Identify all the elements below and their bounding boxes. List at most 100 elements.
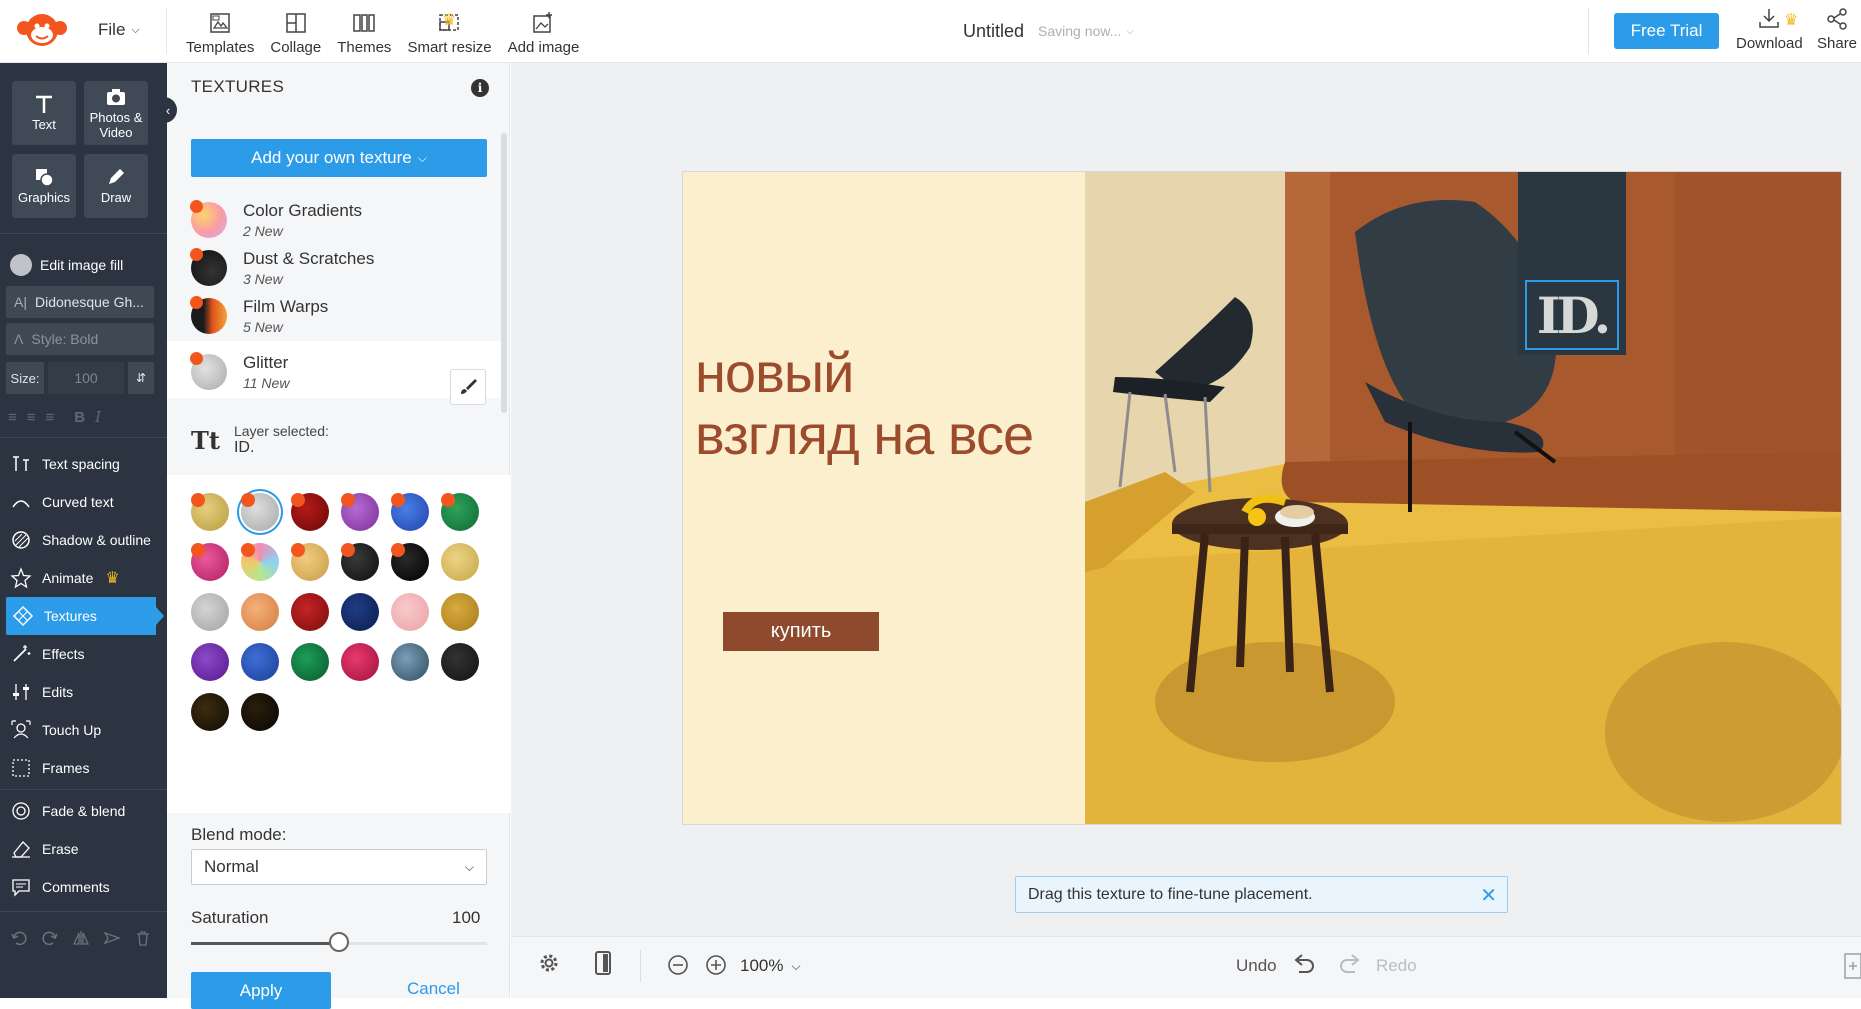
nav-frames[interactable]: Frames	[0, 749, 167, 787]
add-your-own-texture-button[interactable]: Add your own texture ⌵	[191, 139, 487, 177]
send-icon[interactable]	[103, 929, 121, 947]
redo-icon[interactable]	[41, 929, 59, 947]
glitter-swatch-gold-dust[interactable]	[191, 693, 229, 731]
themes-icon	[353, 14, 376, 32]
nav-effects[interactable]: Effects	[0, 635, 167, 673]
undo-icon[interactable]	[10, 929, 28, 947]
nav-animate[interactable]: Animate ♛	[0, 559, 167, 597]
texture-category-film-warps[interactable]: Film Warps 5 New	[190, 292, 491, 340]
collage-button[interactable]: Collage	[262, 6, 329, 56]
nav-edits[interactable]: Edits	[0, 673, 167, 711]
size-stepper[interactable]: ⇵	[128, 362, 154, 394]
saturation-slider-knob[interactable]	[329, 932, 349, 952]
graphics-button[interactable]: Graphics	[12, 154, 76, 218]
glitter-swatch-green[interactable]	[441, 493, 479, 531]
add-image-button[interactable]: Add image	[500, 6, 588, 56]
free-trial-button[interactable]: Free Trial	[1614, 13, 1719, 49]
texture-brush-button[interactable]	[450, 369, 486, 405]
zoom-in-icon[interactable]	[705, 954, 727, 976]
size-input[interactable]: 100	[48, 362, 124, 394]
flip-icon[interactable]	[72, 929, 90, 947]
glitter-swatch-blush[interactable]	[391, 593, 429, 631]
glitter-swatch-charcoal[interactable]	[441, 643, 479, 681]
glitter-swatch-champagne[interactable]	[291, 543, 329, 581]
glitter-swatch-multicolor[interactable]	[391, 643, 429, 681]
glitter-swatch-pink[interactable]	[191, 543, 229, 581]
nav-curved-text[interactable]: Curved text	[0, 483, 167, 521]
text-tool-button[interactable]: Text	[12, 81, 76, 145]
texture-category-glitter[interactable]: Glitter 11 New	[190, 348, 491, 396]
glitter-swatch-dark-sparkle[interactable]	[241, 693, 279, 731]
nav-text-spacing[interactable]: Text spacing	[0, 445, 167, 483]
nav-comments[interactable]: Comments	[0, 868, 167, 906]
blend-mode-select[interactable]: Normal ⌵	[191, 849, 487, 885]
undo-label[interactable]: Undo	[1236, 956, 1277, 976]
picmonkey-logo[interactable]	[12, 10, 72, 52]
info-icon[interactable]: i	[471, 79, 489, 97]
glitter-swatch-royal-blue[interactable]	[241, 643, 279, 681]
saving-status[interactable]: Saving now... ⌵	[1038, 23, 1134, 39]
apply-button[interactable]: Apply	[191, 972, 331, 1009]
texture-category-color-gradients[interactable]: Color Gradients 2 New	[190, 196, 491, 244]
redo-label[interactable]: Redo	[1376, 956, 1417, 976]
canvas-buy-button[interactable]: купить	[723, 612, 879, 651]
glitter-swatch-silver[interactable]	[241, 493, 279, 531]
interior-photo[interactable]	[1085, 172, 1841, 824]
nav-divider	[0, 233, 167, 234]
italic-icon[interactable]: I	[95, 408, 101, 426]
glitter-swatch-violet[interactable]	[191, 643, 229, 681]
share-button[interactable]: Share	[1817, 6, 1857, 52]
collapse-panel-button[interactable]: ‹	[159, 97, 177, 123]
undo-arrow-icon[interactable]	[1290, 954, 1316, 976]
style-selector[interactable]: Λ Style: Bold	[6, 323, 154, 355]
close-icon[interactable]: ✕	[1480, 883, 1497, 908]
glitter-swatch-dark-gold[interactable]	[441, 593, 479, 631]
texture-category-dust-scratches[interactable]: Dust & Scratches 3 New	[190, 244, 491, 292]
touch-up-icon	[11, 720, 31, 739]
glitter-swatch-crimson[interactable]	[291, 593, 329, 631]
file-menu[interactable]: File ⌵	[98, 20, 140, 40]
glitter-swatch-holographic[interactable]	[241, 543, 279, 581]
settings-gear-icon[interactable]	[536, 950, 562, 976]
glitter-swatch-light-gold[interactable]	[441, 543, 479, 581]
panel-scrollbar[interactable]	[501, 133, 507, 413]
draw-button[interactable]: Draw	[84, 154, 148, 218]
mobile-preview-icon[interactable]	[592, 950, 614, 976]
align-left-icon[interactable]: ≡	[8, 409, 17, 426]
document-title[interactable]: Untitled	[963, 21, 1024, 42]
design-canvas[interactable]: новый взгляд на все купить ID.	[683, 172, 1841, 824]
nav-fade-blend[interactable]: Fade & blend	[0, 792, 167, 830]
nav-touch-up[interactable]: Touch Up	[0, 711, 167, 749]
zoom-level-select[interactable]: 100% ⌵	[740, 956, 801, 976]
canvas-id-logo[interactable]: ID.	[1525, 280, 1619, 350]
glitter-swatch-emerald[interactable]	[291, 643, 329, 681]
cancel-button[interactable]: Cancel	[407, 979, 460, 999]
templates-button[interactable]: Templates	[178, 6, 262, 56]
bold-icon[interactable]: B	[74, 409, 85, 426]
photos-video-button[interactable]: Photos & Video	[84, 81, 148, 145]
redo-arrow-icon[interactable]	[1338, 954, 1364, 976]
glitter-swatch-blue[interactable]	[391, 493, 429, 531]
nav-textures[interactable]: Textures	[6, 597, 164, 635]
align-right-icon[interactable]: ≡	[46, 409, 55, 426]
nav-shadow-outline[interactable]: Shadow & outline	[0, 521, 167, 559]
glitter-swatch-black-sparkle[interactable]	[391, 543, 429, 581]
font-selector[interactable]: A| Didonesque Gh...	[6, 286, 154, 318]
themes-button[interactable]: Themes	[329, 6, 399, 56]
glitter-swatch-red[interactable]	[291, 493, 329, 531]
glitter-swatch-navy[interactable]	[341, 593, 379, 631]
glitter-swatch-copper[interactable]	[241, 593, 279, 631]
nav-erase[interactable]: Erase	[0, 830, 167, 868]
glitter-swatch-silver-2[interactable]	[191, 593, 229, 631]
add-page-icon[interactable]	[1843, 952, 1861, 980]
glitter-swatch-gold[interactable]	[191, 493, 229, 531]
glitter-swatch-raspberry[interactable]	[341, 643, 379, 681]
align-center-icon[interactable]: ≡	[27, 409, 36, 426]
edit-image-fill-button[interactable]: Edit image fill	[10, 254, 123, 276]
glitter-swatch-black[interactable]	[341, 543, 379, 581]
zoom-out-icon[interactable]	[667, 954, 689, 976]
canvas-headline[interactable]: новый взгляд на все	[695, 342, 1034, 466]
trash-icon[interactable]	[134, 929, 152, 947]
glitter-swatch-purple[interactable]	[341, 493, 379, 531]
crown-icon: ♛	[105, 570, 120, 587]
